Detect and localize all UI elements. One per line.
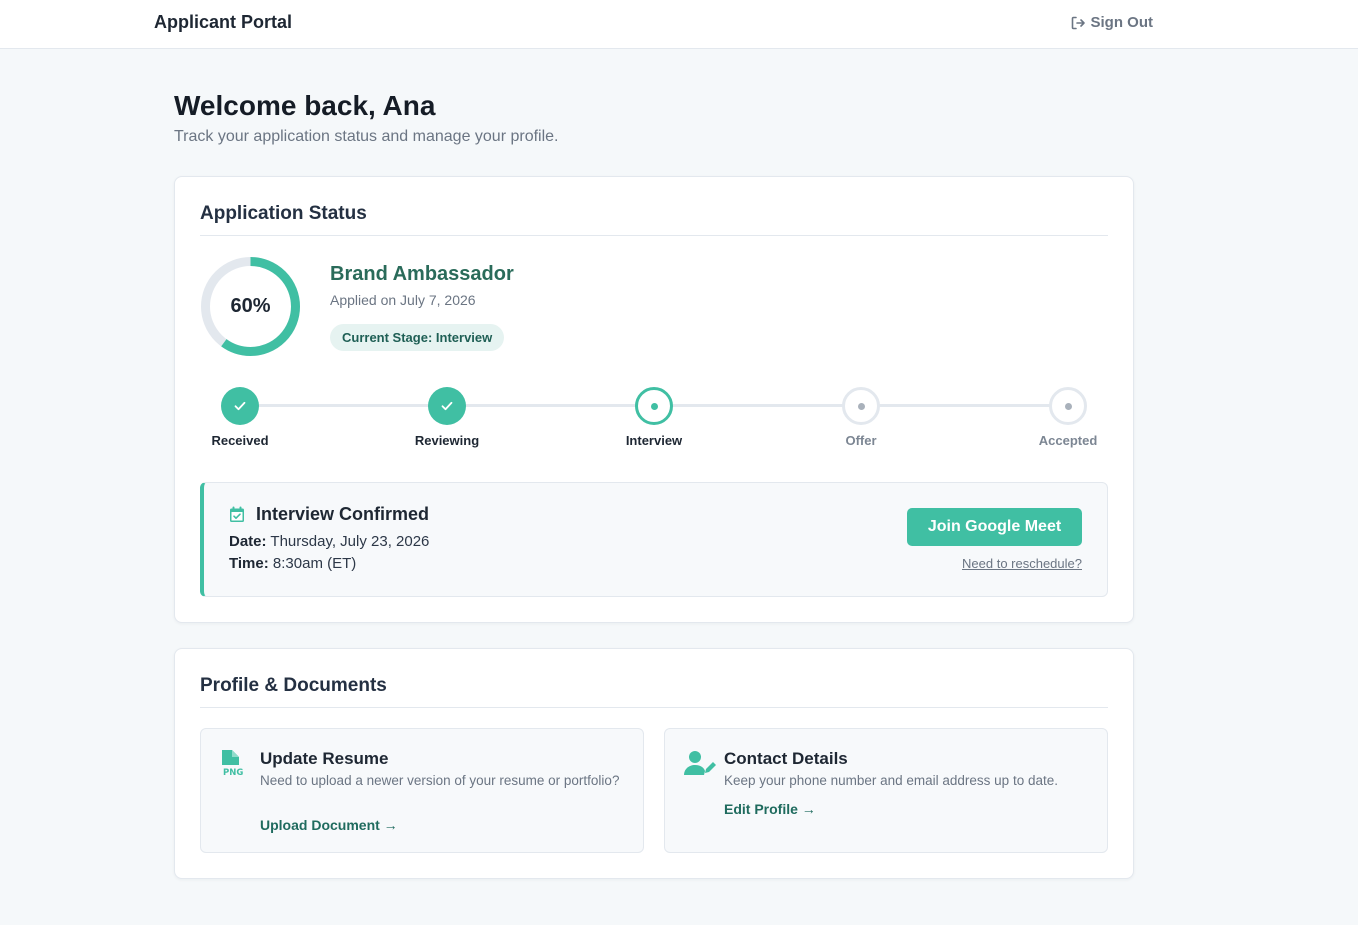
top-bar: Applicant Portal Sign Out [0, 0, 1358, 49]
divider [200, 235, 1108, 236]
step-reviewing: Reviewing [402, 387, 492, 448]
current-stage-badge: Current Stage: Interview [330, 324, 505, 351]
step-received: Received [195, 387, 285, 448]
interview-date-label: Date: [229, 533, 267, 550]
progress-percent: 60% [230, 295, 271, 317]
step-label: Accepted [1038, 433, 1098, 448]
brand-title: Applicant Portal [154, 12, 293, 32]
step-accepted: Accepted [1023, 387, 1113, 448]
edit-profile-link[interactable]: Edit Profile → [724, 801, 816, 817]
reschedule-link[interactable]: Need to reschedule? [962, 556, 1082, 571]
update-resume-description: Need to upload a newer version of your r… [260, 773, 620, 788]
sign-out-label: Sign Out [1090, 14, 1154, 31]
page-title: Welcome back, Ana [174, 90, 436, 121]
contact-details-description: Keep your phone number and email address… [724, 773, 1058, 788]
calendar-check-icon [230, 506, 244, 522]
step-indicator [635, 387, 673, 425]
update-resume-card: PNG Update Resume Need to upload a newer… [200, 728, 644, 853]
job-title: Brand Ambassador [330, 263, 514, 285]
page-subtitle: Track your application status and manage… [174, 128, 559, 145]
user-edit-icon [684, 751, 716, 775]
step-indicator [842, 387, 880, 425]
file-png-icon: PNG [222, 750, 243, 778]
svg-text:PNG: PNG [223, 768, 243, 778]
interview-time: Time: 8:30am (ET) [229, 555, 356, 572]
step-label: Reviewing [414, 433, 480, 448]
join-google-meet-button[interactable]: Join Google Meet [907, 508, 1082, 546]
step-offer: Offer [816, 387, 906, 448]
interview-title: Interview Confirmed [256, 504, 430, 524]
interview-time-value: 8:30am (ET) [272, 555, 357, 572]
sign-out-button[interactable]: Sign Out [1070, 14, 1154, 31]
check-icon [221, 387, 259, 425]
application-status-card: Application Status 60% Brand Ambassador … [174, 176, 1134, 623]
update-resume-title: Update Resume [260, 749, 389, 768]
contact-details-card: Contact Details Keep your phone number a… [664, 728, 1108, 853]
applied-date: Applied on July 7, 2026 [330, 292, 476, 308]
contact-details-title: Contact Details [724, 749, 848, 768]
profile-documents-card: Profile & Documents PNG Update Resume Ne… [174, 648, 1134, 879]
upload-document-link[interactable]: Upload Document → [260, 817, 398, 833]
interview-date: Date: Thursday, July 23, 2026 [229, 533, 429, 550]
interview-date-value: Thursday, July 23, 2026 [270, 533, 430, 550]
step-label: Interview [625, 433, 683, 448]
interview-time-label: Time: [229, 555, 269, 572]
divider [200, 707, 1108, 708]
step-label: Received [211, 433, 269, 448]
step-interview: Interview [609, 387, 699, 448]
card-title: Application Status [200, 203, 367, 224]
check-icon [428, 387, 466, 425]
step-indicator [1049, 387, 1087, 425]
card-title: Profile & Documents [200, 675, 387, 696]
sign-out-icon [1071, 16, 1085, 29]
step-label: Offer [845, 433, 877, 448]
interview-confirmation: Interview Confirmed Date: Thursday, July… [200, 482, 1108, 597]
